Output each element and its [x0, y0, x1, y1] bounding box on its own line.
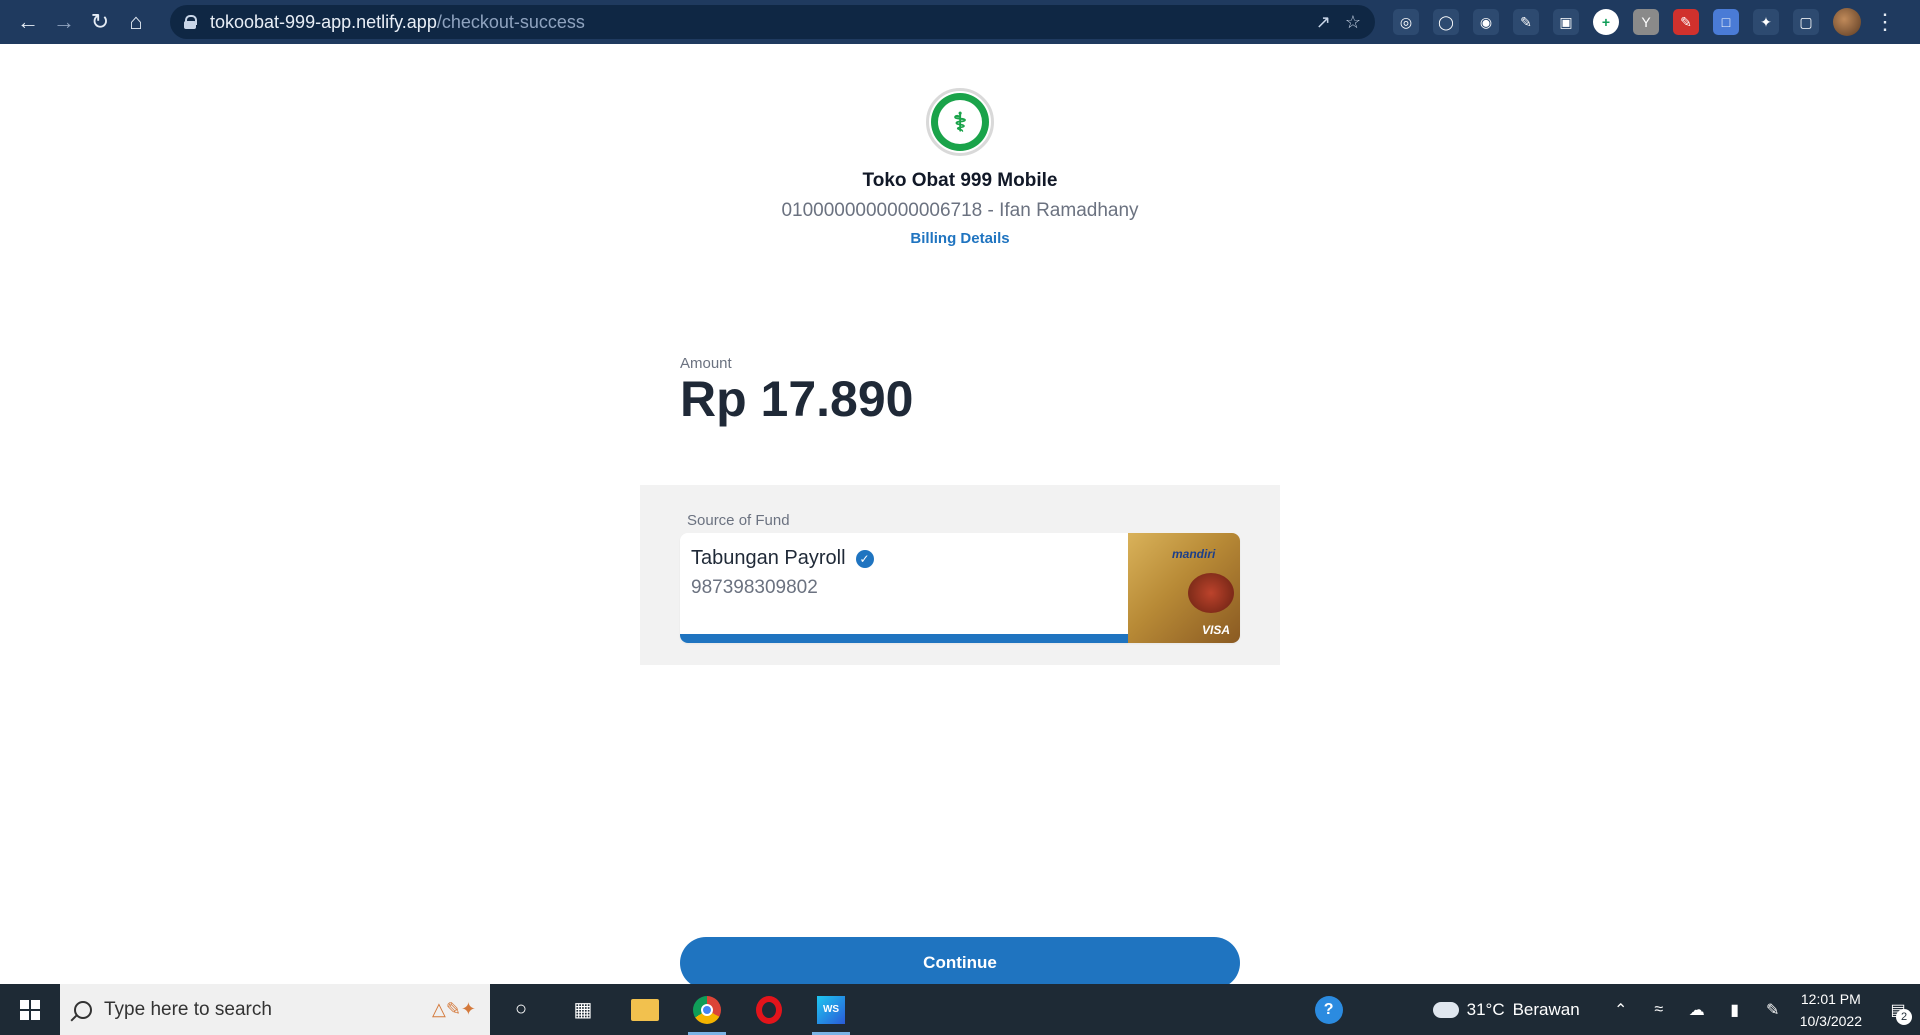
share-icon[interactable]: ↗: [1316, 12, 1331, 33]
reload-icon[interactable]: ↻: [82, 4, 118, 40]
chevron-up-icon[interactable]: ⌃: [1602, 1000, 1640, 1020]
fund-account-name: Tabungan Payroll: [691, 547, 846, 569]
card-network: VISA: [1201, 623, 1230, 637]
bank-brand: mandiri: [1172, 547, 1216, 561]
bank-card-image: mandiri VISA: [1128, 533, 1240, 643]
clock-time: 12:01 PM: [1800, 990, 1861, 1007]
checkout-page: ⚕ Toko Obat 999 Mobile 01000000000000067…: [0, 44, 1920, 989]
battery-icon[interactable]: ▮: [1716, 1000, 1754, 1020]
url-host: tokoobat-999-app.netlify.app: [210, 11, 437, 32]
back-icon[interactable]: ←: [10, 4, 46, 40]
billing-details-link[interactable]: Billing Details: [0, 230, 1920, 247]
lock-icon: [184, 15, 197, 29]
onedrive-icon[interactable]: ☁: [1678, 1000, 1716, 1020]
merchant-name: Toko Obat 999 Mobile: [862, 170, 1058, 191]
opera-icon[interactable]: [738, 984, 800, 1035]
camera-extension-icon[interactable]: ◉: [1473, 9, 1499, 35]
wifi-icon[interactable]: ≈: [1640, 1001, 1678, 1019]
windows-taskbar: Type here to search △✎✦ ○ ▦ WS ? 31°C Be…: [0, 984, 1920, 1035]
profile-avatar[interactable]: [1833, 8, 1861, 36]
pen-extension-icon[interactable]: ✎: [1513, 9, 1539, 35]
image-extension-icon[interactable]: ▣: [1553, 9, 1579, 35]
file-explorer-icon[interactable]: [614, 984, 676, 1035]
notification-center-icon[interactable]: ▤ 2: [1876, 984, 1920, 1035]
source-of-fund-panel: Source of Fund Tabungan Payroll ✓ 987398…: [640, 485, 1280, 665]
address-bar[interactable]: tokoobat-999-app.netlify.app/checkout-su…: [170, 5, 1375, 39]
globe-extension-icon[interactable]: ◎: [1393, 9, 1419, 35]
fund-account-number: 987398309802: [691, 577, 818, 598]
weather-desc: Berawan: [1512, 999, 1580, 1019]
taskbar-search[interactable]: Type here to search △✎✦: [60, 984, 490, 1035]
webstorm-icon[interactable]: WS: [800, 984, 862, 1035]
caduceus-icon: ⚕: [938, 100, 982, 144]
browser-toolbar: ← → ↻ ⌂ tokoobat-999-app.netlify.app/che…: [0, 0, 1920, 44]
card-artwork: [1188, 573, 1234, 613]
url-path: /checkout-success: [436, 11, 585, 32]
puzzle-icon[interactable]: ✦: [1753, 9, 1779, 35]
amount-value: Rp 17.890: [680, 371, 914, 427]
windows-logo-icon: [20, 999, 40, 1020]
continue-button[interactable]: Continue: [680, 937, 1240, 989]
task-view-icon[interactable]: ▦: [552, 984, 614, 1035]
verified-check-icon: ✓: [855, 549, 874, 568]
forward-icon[interactable]: →: [46, 4, 82, 40]
kebab-menu-icon[interactable]: ⋮: [1874, 4, 1896, 40]
search-placeholder: Type here to search: [104, 998, 272, 1020]
y-extension-icon[interactable]: Y: [1633, 9, 1659, 35]
system-clock[interactable]: 12:01 PM 10/3/2022: [1800, 988, 1862, 1032]
red-extension-icon[interactable]: ✎: [1673, 9, 1699, 35]
sidepanel-icon[interactable]: ▢: [1793, 9, 1819, 35]
fund-account-card[interactable]: Tabungan Payroll ✓ 987398309802 mandiri …: [680, 533, 1240, 643]
source-of-fund-label: Source of Fund: [687, 512, 790, 529]
plus-extension-icon[interactable]: +: [1593, 9, 1619, 35]
fund-card-accent-bar: [680, 634, 1128, 643]
search-highlight-icon: △✎✦: [431, 999, 476, 1019]
search-icon: [74, 1000, 92, 1019]
cloud-icon: [1432, 1001, 1459, 1018]
bookmark-star-icon[interactable]: ☆: [1345, 12, 1361, 33]
pen-icon[interactable]: ✎: [1754, 1000, 1792, 1020]
cortana-icon[interactable]: ○: [490, 984, 552, 1035]
weather-widget[interactable]: 31°C Berawan: [1432, 999, 1580, 1020]
home-icon[interactable]: ⌂: [118, 4, 154, 40]
fund-account-name-row: Tabungan Payroll ✓: [691, 547, 874, 570]
clock-date: 10/3/2022: [1799, 1012, 1862, 1029]
chrome-icon[interactable]: [676, 984, 738, 1035]
notification-count: 2: [1896, 1009, 1912, 1025]
weather-temp: 31°C: [1466, 999, 1505, 1019]
merchant-logo: ⚕: [926, 88, 994, 156]
start-button[interactable]: [0, 984, 60, 1035]
help-icon[interactable]: ?: [1314, 995, 1343, 1024]
merchant-account: 0100000000000006718 - Ifan Ramadhany: [781, 200, 1139, 221]
doc-extension-icon[interactable]: □: [1713, 9, 1739, 35]
circle-extension-icon[interactable]: ◯: [1433, 9, 1459, 35]
